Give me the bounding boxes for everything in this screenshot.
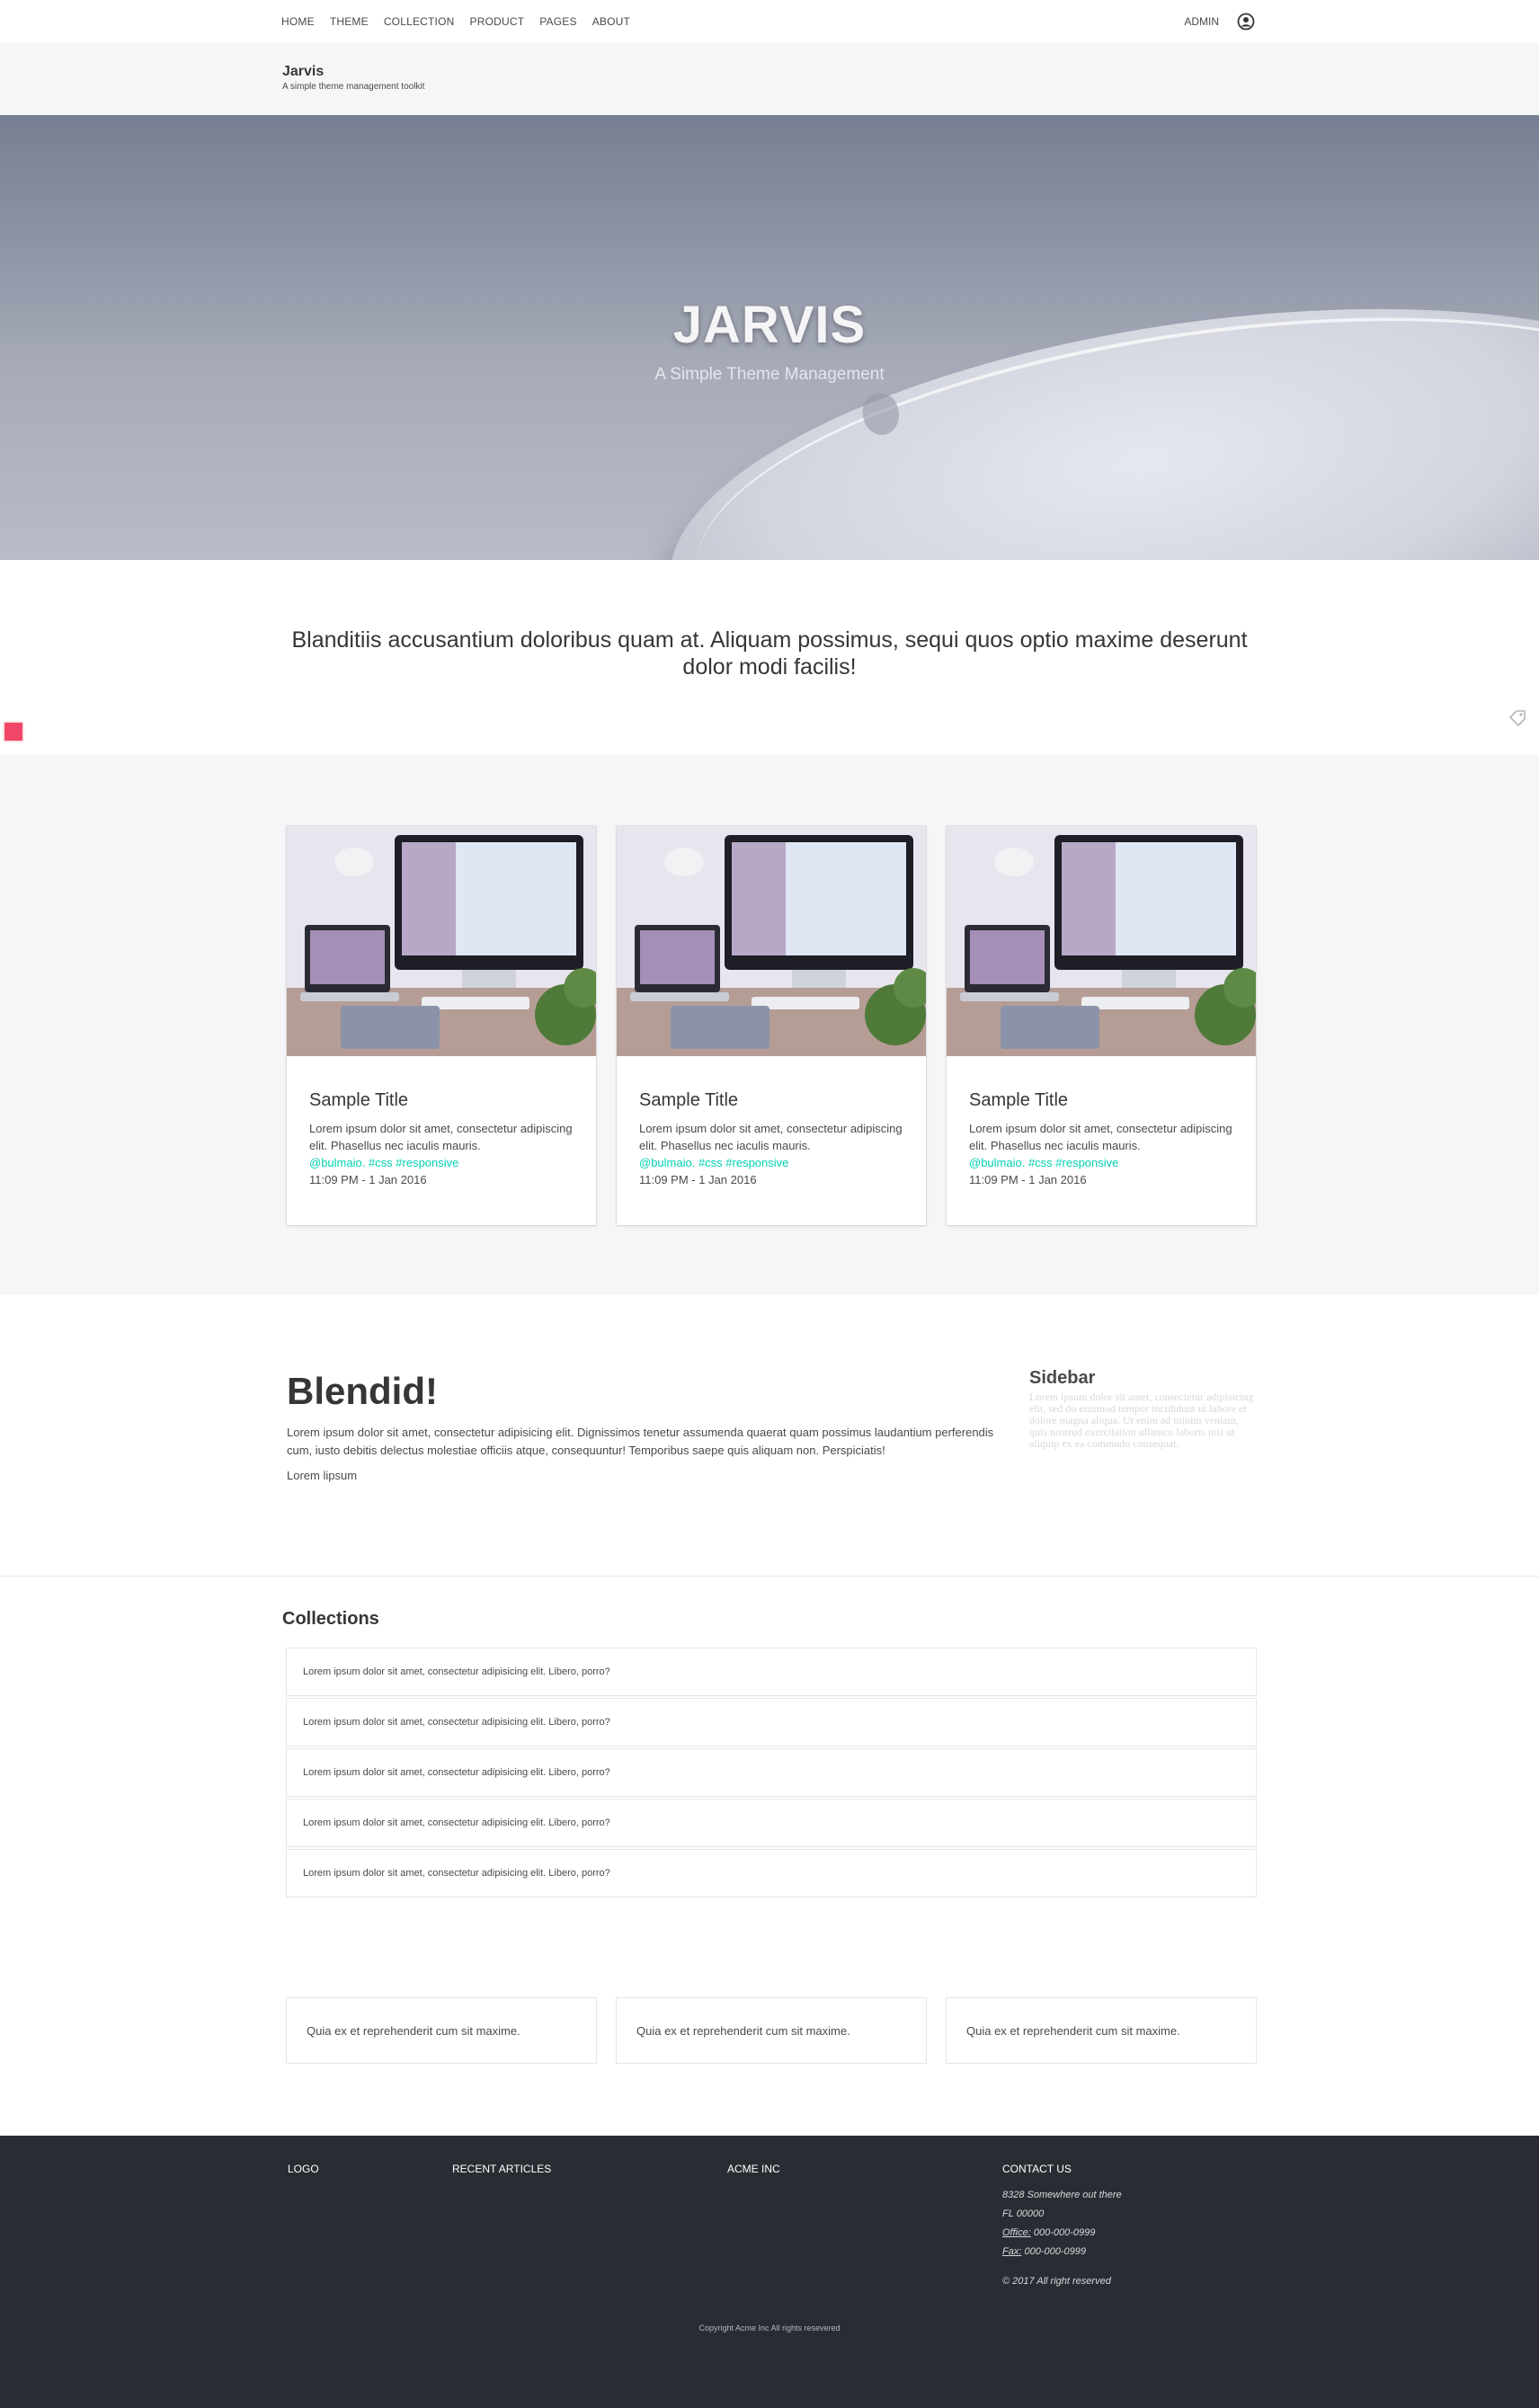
nav-menu: HOME THEME COLLECTION PRODUCT PAGES ABOU…: [281, 0, 645, 43]
collections-title: Collections: [282, 1609, 379, 1629]
fax-label: Fax:: [1002, 2246, 1022, 2257]
sidebar-title: Sidebar: [1029, 1368, 1096, 1388]
nav-right: ADMIN: [1184, 0, 1255, 43]
footer-recent-articles[interactable]: RECENT ARTICLES: [452, 2163, 551, 2175]
card[interactable]: Sample Title Lorem ipsum dolor sit amet,…: [287, 826, 596, 1225]
footer-copyright: Copyright Acme Inc All rights resevered: [698, 2324, 841, 2332]
card[interactable]: Sample Title Lorem ipsum dolor sit amet,…: [617, 826, 926, 1225]
nav-item-about[interactable]: ABOUT: [592, 15, 630, 28]
hero-subtitle: A Simple Theme Management: [654, 365, 885, 384]
footer-office: Office: 000-000-0999: [1002, 2224, 1122, 2243]
card-body: Sample Title Lorem ipsum dolor sit amet,…: [309, 1090, 579, 1188]
card-date: 11:09 PM - 1 Jan 2016: [969, 1173, 1087, 1186]
section-divider: [0, 1576, 1539, 1577]
office-label: Office:: [1002, 2227, 1031, 2238]
card-text: Lorem ipsum dolor sit amet, consectetur …: [969, 1122, 1232, 1152]
footer-contact-details: 8328 Somewhere out there FL 00000 Office…: [1002, 2186, 1122, 2261]
nav-item-admin[interactable]: ADMIN: [1184, 15, 1219, 28]
card-body: Sample Title Lorem ipsum dolor sit amet,…: [639, 1090, 909, 1188]
card-tags-link[interactable]: @bulmaio. #css #responsive: [969, 1154, 1239, 1171]
card-title: Sample Title: [639, 1090, 739, 1110]
footer-contact-heading: CONTACT US: [1002, 2163, 1072, 2175]
intro-text: Blanditiis accusantium doloribus quam at…: [291, 627, 1248, 680]
card-text: Lorem ipsum dolor sit amet, consectetur …: [309, 1122, 573, 1152]
collection-item[interactable]: Lorem ipsum dolor sit amet, consectetur …: [287, 1699, 1256, 1746]
blendid-title: Blendid!: [287, 1370, 438, 1412]
blendid-link[interactable]: Lorem lipsum: [287, 1469, 357, 1482]
office-phone[interactable]: 000-000-0999: [1034, 2227, 1096, 2238]
tag-icon[interactable]: [1508, 708, 1526, 727]
brand-subtitle: A simple theme management toolkit: [282, 82, 425, 92]
collection-item[interactable]: Lorem ipsum dolor sit amet, consectetur …: [287, 1799, 1256, 1846]
user-circle-icon[interactable]: [1237, 13, 1255, 31]
card-title: Sample Title: [969, 1090, 1069, 1110]
footer-address-line-2: FL 00000: [1002, 2208, 1045, 2219]
footer-logo[interactable]: LOGO: [288, 2163, 319, 2175]
nav-item-collection[interactable]: COLLECTION: [384, 15, 455, 28]
card-image: [287, 826, 596, 1056]
sidebar-text: Lorem ipsum dolor sit amet, consectetur …: [1029, 1391, 1254, 1450]
card-date: 11:09 PM - 1 Jan 2016: [309, 1173, 427, 1186]
floating-extension-icon[interactable]: [3, 721, 24, 742]
card-image: [947, 826, 1256, 1056]
brand-header: Jarvis A simple theme management toolkit: [0, 43, 1539, 115]
card-title: Sample Title: [309, 1090, 409, 1110]
nav-item-theme[interactable]: THEME: [330, 15, 369, 28]
hero-banner: JARVIS A Simple Theme Management: [0, 115, 1539, 560]
nav-item-pages[interactable]: PAGES: [539, 15, 576, 28]
footer-fax: Fax: 000-000-0999: [1002, 2243, 1122, 2261]
footer-rights: © 2017 All right reserved: [1002, 2276, 1111, 2287]
nav-item-home[interactable]: HOME: [281, 15, 315, 28]
card-date: 11:09 PM - 1 Jan 2016: [639, 1173, 757, 1186]
top-navbar: HOME THEME COLLECTION PRODUCT PAGES ABOU…: [0, 0, 1539, 43]
footer: LOGO RECENT ARTICLES ACME INC CONTACT US…: [0, 2136, 1539, 2408]
nav-item-product[interactable]: PRODUCT: [470, 15, 525, 28]
collection-item[interactable]: Lorem ipsum dolor sit amet, consectetur …: [287, 1749, 1256, 1796]
collection-item[interactable]: Lorem ipsum dolor sit amet, consectetur …: [287, 1850, 1256, 1897]
footer-address-line-1: 8328 Somewhere out there: [1002, 2190, 1122, 2200]
card-image: [617, 826, 926, 1056]
blendid-text: Lorem ipsum dolor sit amet, consectetur …: [287, 1426, 994, 1457]
info-box: Quia ex et reprehenderit cum sit maxime.: [947, 1998, 1256, 2063]
collection-item[interactable]: Lorem ipsum dolor sit amet, consectetur …: [287, 1648, 1256, 1695]
brand-title[interactable]: Jarvis: [282, 64, 324, 80]
card-text: Lorem ipsum dolor sit amet, consectetur …: [639, 1122, 903, 1152]
cards-section: Sample Title Lorem ipsum dolor sit amet,…: [0, 755, 1539, 1294]
info-box: Quia ex et reprehenderit cum sit maxime.: [287, 1998, 596, 2063]
hero-title: JARVIS: [672, 296, 867, 354]
footer-acme[interactable]: ACME INC: [727, 2163, 780, 2175]
fax-number: 000-000-0999: [1024, 2246, 1086, 2257]
card[interactable]: Sample Title Lorem ipsum dolor sit amet,…: [947, 826, 1256, 1225]
card-tags-link[interactable]: @bulmaio. #css #responsive: [639, 1154, 909, 1171]
card-tags-link[interactable]: @bulmaio. #css #responsive: [309, 1154, 579, 1171]
card-body: Sample Title Lorem ipsum dolor sit amet,…: [969, 1090, 1239, 1188]
info-box: Quia ex et reprehenderit cum sit maxime.: [617, 1998, 926, 2063]
